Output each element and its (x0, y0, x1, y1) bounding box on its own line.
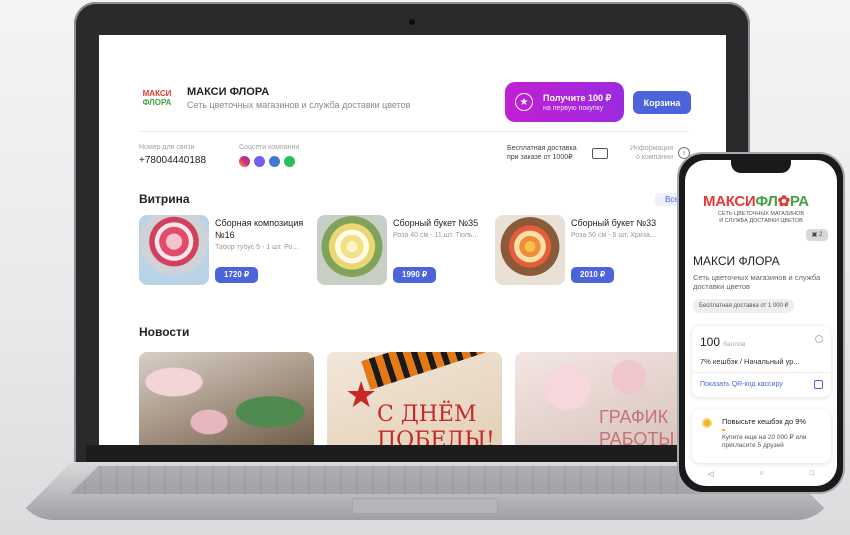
showcase-title: Витрина (139, 192, 190, 206)
site-logo[interactable]: МАКСИ ФЛОРА (139, 85, 175, 111)
info-line2: о компании (635, 154, 673, 161)
whatsapp-icon[interactable] (284, 156, 295, 167)
news-image (139, 352, 314, 445)
card-divider (692, 372, 831, 373)
android-nav-bar: ◁ ○ □ (685, 470, 837, 478)
brand-name: МАКСИ ФЛОРА (187, 86, 270, 98)
mobile-logo-part3: РА (789, 193, 809, 210)
laptop-keyboard (70, 466, 780, 494)
medal-icon (702, 418, 712, 428)
progress-dot (722, 429, 725, 431)
mobile-logo-sub-line1: СЕТЬ ЦВЕТОЧНЫХ МАГАЗИНОВ (717, 211, 805, 217)
news-card[interactable]: ★ С ДНЁМ ПОБЕДЫ! (327, 352, 502, 445)
social-links: Соцсети компании (239, 144, 299, 167)
phone-frame: МАКСИФЛ✿РА СЕТЬ ЦВЕТОЧНЫХ МАГАЗИНОВ И СЛ… (677, 152, 845, 494)
camera-icon (409, 19, 415, 25)
recents-icon[interactable]: □ (810, 470, 814, 478)
qr-code-icon[interactable] (814, 380, 823, 389)
news-card[interactable]: ГРАФИК РАБОТЫ (515, 352, 690, 445)
logo-line1: МАКСИ (142, 89, 172, 98)
upgrade-title: Повысьте кешбэк до 9% (722, 417, 807, 426)
product-description: Роза 50 см - 5 шт. Хриза... (571, 232, 656, 239)
photos-count: 2 (819, 232, 823, 238)
upgrade-cashback-card[interactable]: Повысьте кешбэк до 9% Купите еще на 20 0… (692, 410, 831, 463)
product-image (495, 215, 565, 285)
clock-icon[interactable] (815, 335, 823, 343)
product-image (317, 215, 387, 285)
vk-icon[interactable] (269, 156, 280, 167)
photos-badge[interactable]: ▣ 2 (806, 229, 828, 241)
phone-number[interactable]: +78004440188 (139, 155, 206, 166)
product-price[interactable]: 1720 ₽ (215, 267, 259, 283)
instagram-icon[interactable] (239, 156, 250, 167)
product-image (139, 215, 209, 285)
delivery-tag: Бесплатная доставка от 1 000 ₽ (693, 299, 795, 313)
mobile-subtitle: Сеть цветочных магазинов и служба достав… (693, 273, 821, 291)
mobile-title: МАКСИ ФЛОРА (693, 254, 780, 268)
mobile-logo-part1: МАКСИ (703, 193, 756, 210)
truck-icon (592, 148, 608, 159)
mobile-logo-sub-line2: И СЛУЖБА ДОСТАВКИ ЦВЕТОВ (719, 218, 803, 224)
points-unit: баллов (723, 341, 746, 348)
cashback-level: 7% кешбэк / Начальный ур... (700, 357, 800, 366)
news-headline-line1: ГРАФИК (599, 407, 669, 427)
product-description: Табор тубус 5 - 1 шт. Ро... (215, 244, 299, 251)
news-card[interactable] (139, 352, 314, 445)
info-line1: Информация (630, 145, 673, 152)
mobile-logo: МАКСИФЛ✿РА (703, 192, 809, 210)
upgrade-text: Купите еще на 20 000 ₽ или пригласите 5 … (722, 434, 807, 449)
product-description: Роза 40 см - 11 шт. Тюль... (393, 232, 479, 239)
free-delivery-info: Бесплатная доставка при заказе от 1000₽ (507, 144, 577, 162)
news-headline-line2: ПОБЕДЫ! (377, 428, 495, 445)
social-icons (239, 156, 299, 167)
product-name: Сборная композиция №16 (215, 218, 304, 240)
contact-phone: Номер для связи +78004440188 (139, 144, 206, 166)
mobile-logo-part2: ФЛ (755, 193, 778, 210)
phone-notch (731, 160, 791, 173)
laptop-screen: МАКСИ ФЛОРА МАКСИ ФЛОРА Сеть цветочных м… (99, 35, 726, 445)
star-icon: ★ (345, 374, 378, 415)
news-headline-line2: РАБОТЫ (599, 429, 675, 445)
social-label: Соцсети компании (239, 144, 300, 151)
cart-button[interactable]: Корзина (633, 91, 691, 114)
product-name: Сборный букет №35 (393, 218, 479, 228)
promo-text: Получите 100 ₽ на первую покупку (543, 93, 611, 112)
promo-sub-label: на первую покупку (543, 104, 604, 112)
product-price[interactable]: 1990 ₽ (393, 267, 437, 283)
product-name: Сборный букет №33 (571, 218, 657, 228)
loyalty-card: 100 баллов 7% кешбэк / Начальный ур... П… (692, 326, 831, 397)
phone-screen: МАКСИФЛ✿РА СЕТЬ ЦВЕТОЧНЫХ МАГАЗИНОВ И СЛ… (685, 160, 837, 486)
promo-main-label: Получите 100 ₽ (543, 92, 612, 103)
delivery-line1: Бесплатная доставка (507, 145, 577, 152)
news-headline-line1: С ДНЁМ (377, 402, 477, 427)
product-card[interactable]: Сборный букет №33 Роза 50 см - 5 шт. Хри… (495, 215, 670, 287)
points-value: 100 (700, 335, 721, 349)
product-price[interactable]: 2010 ₽ (571, 267, 615, 283)
site-header: МАКСИ ФЛОРА МАКСИ ФЛОРА Сеть цветочных м… (139, 85, 411, 111)
brand-subtitle: Сеть цветочных магазинов и служба достав… (187, 100, 411, 110)
points-balance: 100 баллов (700, 335, 745, 349)
delivery-line2: при заказе от 1000₽ (507, 154, 573, 161)
phone-label: Номер для связи (139, 144, 195, 151)
star-icon: ★ (515, 93, 533, 111)
header-divider (139, 131, 689, 132)
home-icon[interactable]: ○ (759, 470, 763, 478)
product-card[interactable]: Сборный букет №35 Роза 40 см - 11 шт. Тю… (317, 215, 492, 287)
viber-icon[interactable] (254, 156, 265, 167)
flower-icon: ✿ (777, 193, 791, 210)
mobile-logo-subtitle: СЕТЬ ЦВЕТОЧНЫХ МАГАЗИНОВ И СЛУЖБА ДОСТАВ… (685, 211, 837, 225)
company-info-link[interactable]: Информация о компании (619, 144, 673, 162)
back-icon[interactable]: ◁ (708, 470, 713, 478)
brand-block: МАКСИ ФЛОРА Сеть цветочных магазинов и с… (187, 86, 410, 110)
show-qr-link[interactable]: Показать QR-код кассиру (700, 381, 783, 388)
logo-line2: ФЛОРА (142, 98, 172, 107)
product-card[interactable]: Сборная композиция №16 Табор тубус 5 - 1… (139, 215, 314, 287)
news-title: Новости (139, 325, 190, 339)
laptop-trackpad (352, 498, 498, 514)
first-purchase-bonus-button[interactable]: ★ Получите 100 ₽ на первую покупку (505, 82, 624, 122)
